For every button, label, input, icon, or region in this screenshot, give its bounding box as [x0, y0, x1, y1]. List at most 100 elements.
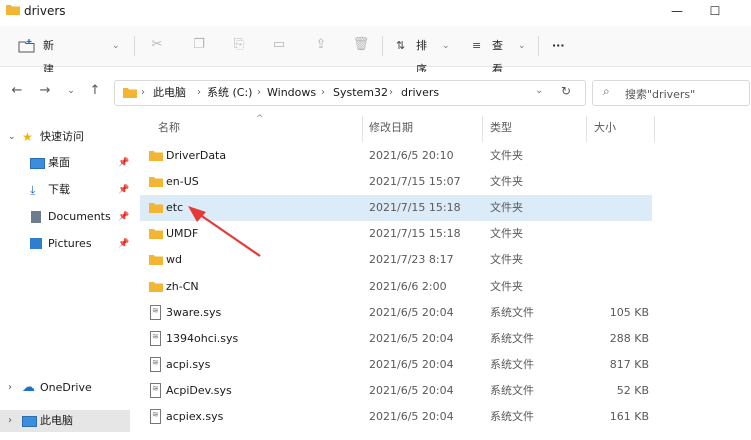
- cell-type: 系统文件: [490, 383, 534, 397]
- cell-modified: 2021/6/5 20:04: [369, 410, 454, 423]
- cell-size: 161 KB: [609, 410, 649, 423]
- column-header-name[interactable]: 名称: [158, 116, 180, 140]
- cell-size: 817 KB: [609, 357, 649, 371]
- chevron-down-icon[interactable]: ⌄: [535, 85, 543, 96]
- title-bar: drivers — ☐: [0, 0, 751, 24]
- divider: [382, 36, 383, 56]
- system-file-icon: [150, 304, 161, 320]
- picture-icon: [30, 238, 42, 249]
- pin-icon: 📌: [118, 212, 130, 222]
- recent-locations-icon[interactable]: ⌄: [62, 82, 80, 100]
- cell-type: 文件夹: [490, 175, 523, 189]
- search-box[interactable]: ⌕ 搜索"drivers": [592, 80, 750, 106]
- minimize-button[interactable]: —: [662, 0, 692, 22]
- sidebar-item-pictures[interactable]: Pictures 📌: [0, 233, 130, 255]
- window-title: drivers: [24, 4, 66, 18]
- chevron-right-icon[interactable]: ›: [8, 410, 12, 432]
- table-row[interactable]: AcpiDev.sys 2021/6/5 20:04 系统文件 52 KB: [140, 378, 652, 404]
- cell-name: DriverData: [166, 149, 227, 162]
- sidebar-item-label: OneDrive: [40, 381, 92, 394]
- cell-modified: 2021/6/6 2:00: [369, 279, 447, 293]
- column-header-modified[interactable]: 修改日期: [369, 116, 413, 140]
- cell-type: 文件夹: [490, 279, 523, 293]
- system-file-icon: [150, 356, 161, 372]
- cell-size: 105 KB: [609, 305, 649, 319]
- column-divider[interactable]: [362, 116, 363, 142]
- sidebar-item-onedrive[interactable]: › ☁ OneDrive: [0, 377, 130, 399]
- table-row[interactable]: 3ware.sys 2021/6/5 20:04 系统文件 105 KB: [140, 300, 652, 326]
- table-row[interactable]: en-US 2021/7/15 15:07 文件夹: [140, 169, 652, 195]
- table-row[interactable]: acpiex.sys 2021/6/5 20:04 系统文件 161 KB: [140, 404, 652, 430]
- desktop-icon: [30, 158, 45, 169]
- column-divider[interactable]: [586, 116, 587, 142]
- back-arrow-icon[interactable]: ←: [8, 82, 26, 100]
- cell-type: 系统文件: [490, 331, 534, 345]
- folder-icon: [6, 5, 20, 15]
- sort-icon: ⇅: [396, 39, 406, 52]
- cell-name: acpi.sys: [166, 357, 211, 371]
- maximize-button[interactable]: ☐: [700, 0, 730, 22]
- table-row[interactable]: DriverData 2021/6/5 20:10 文件夹: [140, 143, 652, 169]
- sidebar-item-quick-access[interactable]: ⌄ ★ 快速访问: [0, 126, 130, 148]
- chevron-down-icon: ⌄: [442, 41, 450, 51]
- breadcrumb-drivers[interactable]: drivers: [401, 85, 439, 101]
- cell-modified: 2021/6/5 20:04: [369, 383, 454, 397]
- cell-type: 系统文件: [490, 357, 534, 371]
- table-row[interactable]: zh-CN 2021/6/6 2:00 文件夹: [140, 274, 652, 300]
- cell-modified: 2021/7/23 8:17: [369, 253, 454, 267]
- column-divider[interactable]: [654, 116, 655, 142]
- cell-size: 52 KB: [616, 383, 649, 397]
- chevron-down-icon[interactable]: ⌄: [8, 126, 16, 148]
- chevron-right-icon[interactable]: ›: [8, 377, 12, 399]
- divider: [134, 36, 135, 56]
- system-file-icon: [150, 382, 161, 398]
- cell-name: 3ware.sys: [166, 305, 222, 319]
- chevron-down-icon: ⌄: [518, 41, 526, 51]
- sidebar-item-documents[interactable]: Documents 📌: [0, 206, 130, 228]
- breadcrumb-system32[interactable]: System32: [333, 85, 388, 101]
- cell-type: 文件夹: [490, 227, 523, 241]
- cell-type: 文件夹: [490, 149, 523, 162]
- column-header-size[interactable]: 大小: [594, 116, 616, 140]
- cell-name: zh-CN: [166, 279, 199, 293]
- cut-icon[interactable]: ✂: [148, 36, 166, 54]
- up-arrow-icon[interactable]: ↑: [86, 82, 104, 100]
- annotation-arrow: [188, 206, 261, 257]
- sidebar-item-downloads[interactable]: ⤓ 下载 📌: [0, 179, 130, 201]
- cell-name: en-US: [166, 175, 199, 189]
- breadcrumb-c-drive[interactable]: 系统 (C:): [207, 85, 252, 101]
- search-icon: ⌕: [603, 84, 610, 98]
- copy-icon[interactable]: ❐: [190, 36, 208, 54]
- pin-icon: 📌: [118, 239, 130, 249]
- column-divider[interactable]: [482, 116, 483, 142]
- cell-modified: 2021/7/15 15:07: [369, 175, 461, 189]
- sidebar-item-this-pc[interactable]: › 此电脑: [0, 410, 130, 432]
- breadcrumb-this-pc[interactable]: 此电脑: [153, 85, 186, 101]
- view-icon: ≡: [472, 39, 482, 52]
- cell-type: 文件夹: [490, 201, 523, 215]
- paste-icon[interactable]: ⎘: [230, 36, 248, 54]
- breadcrumb-windows[interactable]: Windows: [267, 85, 316, 101]
- folder-icon: [149, 151, 163, 161]
- sidebar-item-label: 此电脑: [40, 414, 73, 427]
- refresh-icon[interactable]: ↻: [561, 84, 571, 98]
- cell-modified: 2021/7/15 15:18: [369, 201, 461, 215]
- breadcrumb-separator: ›: [141, 87, 145, 98]
- cell-name: AcpiDev.sys: [166, 383, 232, 397]
- cell-name: acpiex.sys: [166, 410, 224, 423]
- folder-icon: [149, 255, 163, 266]
- more-button[interactable]: ···: [552, 34, 565, 58]
- forward-arrow-icon[interactable]: →: [36, 82, 54, 100]
- rename-icon[interactable]: ▭: [270, 36, 288, 54]
- breadcrumb-separator: ›: [389, 87, 393, 98]
- sidebar-item-desktop[interactable]: 桌面 📌: [0, 152, 130, 174]
- folder-icon: [149, 203, 163, 214]
- breadcrumb-separator: ›: [197, 87, 201, 98]
- share-icon[interactable]: ⇪: [312, 36, 330, 54]
- column-header-type[interactable]: 类型: [490, 116, 512, 140]
- address-bar[interactable]: › 此电脑 › 系统 (C:) › Windows › System32 › d…: [114, 80, 586, 106]
- table-row[interactable]: acpi.sys 2021/6/5 20:04 系统文件 817 KB: [140, 352, 652, 378]
- delete-icon[interactable]: 🗑: [352, 36, 370, 54]
- table-row[interactable]: 1394ohci.sys 2021/6/5 20:04 系统文件 288 KB: [140, 326, 652, 352]
- search-input[interactable]: 搜索"drivers": [625, 86, 695, 102]
